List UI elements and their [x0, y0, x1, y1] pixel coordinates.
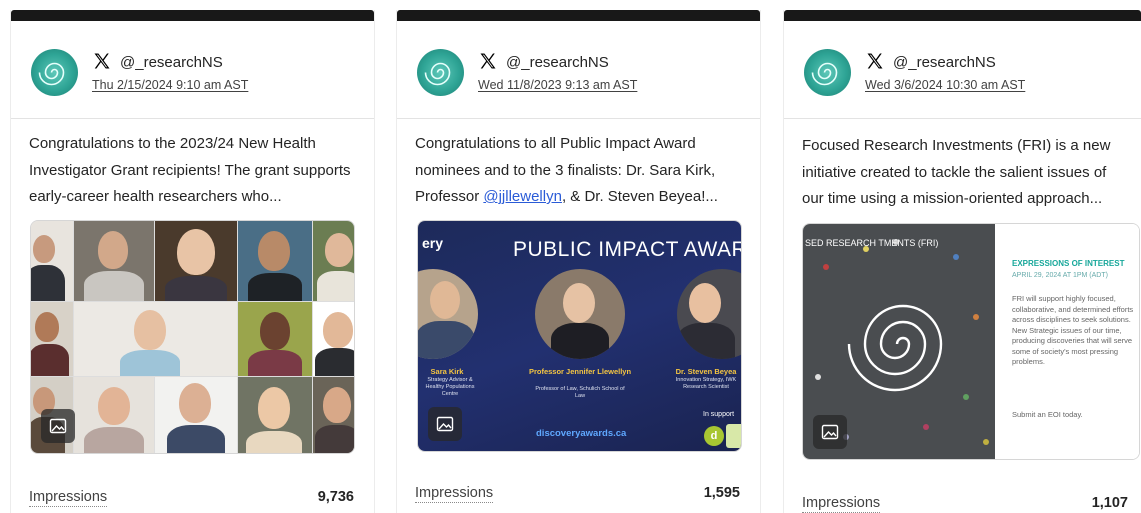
finalist-name: Sara Kirk	[430, 367, 464, 376]
post-date-link[interactable]: Thu 2/15/2024 9:10 am AST	[92, 78, 248, 92]
impressions-label[interactable]: Impressions	[29, 489, 108, 507]
fri-submit: Submit an EOI today.	[1012, 410, 1083, 419]
post-header: @_researchNS Wed 3/6/2024 10:30 am AST	[784, 21, 1141, 119]
image-icon	[813, 415, 847, 449]
post-text-part: , & Dr. Steven Beyea!...	[561, 188, 718, 205]
fri-corner-text: SED RESEARCH TMENTS (FRI)	[805, 238, 939, 248]
finalist-title: Strategy Advisor & Healthy Populations C…	[425, 377, 475, 397]
finalist-title: Innovation Strategy, IWK Research Scient…	[675, 377, 737, 390]
award-support-text: In support	[703, 411, 735, 418]
account-handle: @_researchNS	[506, 54, 609, 71]
award-corner-text: ery	[422, 235, 444, 251]
fri-heading: EXPRESSIONS OF INTEREST	[1012, 259, 1125, 268]
finalist-name: Dr. Steven Beyea	[675, 367, 737, 376]
post-text: Focused Research Investments (FRI) is a …	[802, 137, 1111, 207]
spiral-logo-icon	[811, 62, 838, 86]
x-logo-icon	[867, 53, 883, 69]
impressions-value: 9,736	[317, 489, 354, 505]
avatar[interactable]	[31, 49, 78, 96]
x-logo-icon	[480, 53, 496, 69]
post-text: Congratulations to all Public Impact Awa…	[415, 131, 746, 211]
finalist-title: Professor of Law, Schulich School of Law	[535, 386, 625, 399]
post-header: @_researchNS Wed 11/8/2023 9:13 am AST	[397, 21, 760, 119]
post-text: Congratulations to the 2023/24 New Healt…	[29, 135, 351, 205]
post-header: @_researchNS Thu 2/15/2024 9:10 am AST	[11, 21, 374, 119]
finalist-photo	[535, 269, 625, 359]
fri-graphic: SED RESEARCH TMENTS (FRI) EXPRESSIONS OF…	[803, 224, 1139, 459]
avatar[interactable]	[417, 49, 464, 96]
discovery-logo-icon	[726, 424, 741, 448]
impressions-value: 1,595	[703, 485, 740, 501]
post-image[interactable]	[30, 220, 355, 454]
post-card-3[interactable]: @_researchNS Wed 3/6/2024 10:30 am AST F…	[783, 10, 1141, 513]
award-website: discoveryawards.ca	[536, 428, 627, 439]
post-image[interactable]: ery PUBLIC IMPACT AWARD Sara Kirk Strate…	[417, 220, 742, 452]
x-logo-icon	[94, 53, 110, 69]
image-icon	[428, 407, 462, 441]
fri-info-panel: EXPRESSIONS OF INTEREST APRIL 29, 2024 A…	[995, 224, 1139, 459]
impressions-label[interactable]: Impressions	[415, 485, 494, 503]
award-graphic: ery PUBLIC IMPACT AWARD Sara Kirk Strate…	[418, 221, 741, 451]
card-top-bar	[11, 10, 374, 21]
award-title: PUBLIC IMPACT AWARD	[513, 238, 742, 261]
fri-date: APRIL 29, 2024 AT 1PM (ADT)	[1012, 272, 1108, 279]
spiral-logo-icon	[424, 62, 451, 86]
post-image[interactable]: SED RESEARCH TMENTS (FRI) EXPRESSIONS OF…	[802, 223, 1140, 460]
image-icon	[41, 409, 75, 443]
post-card-2[interactable]: @_researchNS Wed 11/8/2023 9:13 am AST C…	[396, 10, 761, 513]
post-date-link[interactable]: Wed 11/8/2023 9:13 am AST	[478, 78, 637, 92]
account-handle: @_researchNS	[120, 54, 223, 71]
avatar[interactable]	[804, 49, 851, 96]
post-date-link[interactable]: Wed 3/6/2024 10:30 am AST	[865, 78, 1025, 92]
post-card-1[interactable]: @_researchNS Thu 2/15/2024 9:10 am AST C…	[10, 10, 375, 513]
card-top-bar	[784, 10, 1141, 21]
mention-link[interactable]: @jjllewellyn	[483, 188, 562, 205]
researcher-photo-collage	[31, 221, 354, 453]
finalist-photo	[418, 269, 478, 359]
impressions-value: 1,107	[1091, 495, 1128, 511]
finalist-name: Professor Jennifer Llewellyn	[528, 367, 632, 376]
discovery-logo-icon: d	[704, 426, 724, 446]
account-handle: @_researchNS	[893, 54, 996, 71]
impressions-label[interactable]: Impressions	[802, 495, 881, 513]
finalist-photo	[677, 269, 741, 359]
spiral-logo-icon	[38, 62, 65, 86]
card-top-bar	[397, 10, 760, 21]
fri-body: FRI will support highly focused, collabo…	[1012, 294, 1134, 366]
